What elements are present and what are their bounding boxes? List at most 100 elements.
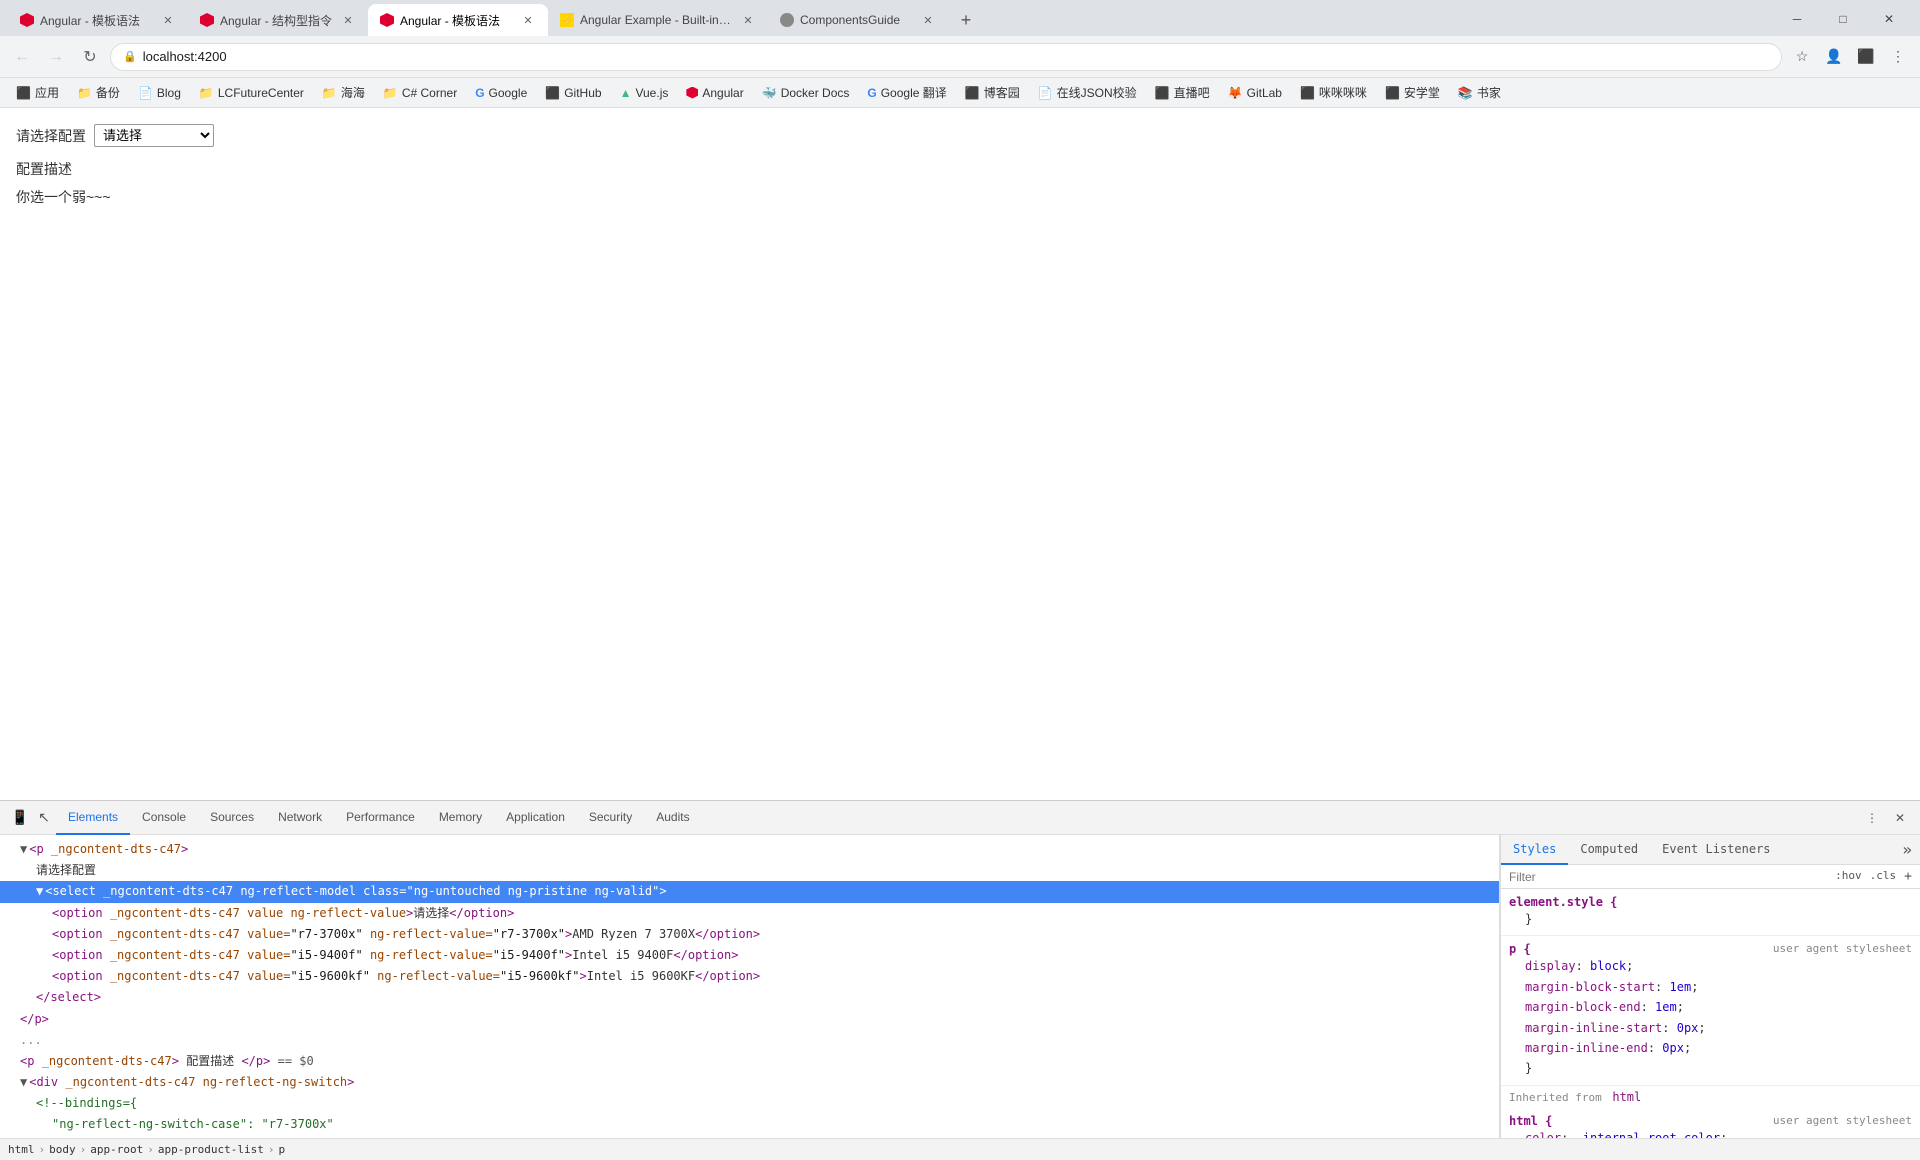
tab-2-title: Angular - 结构型指令 [220, 12, 334, 29]
config-select[interactable]: 请选择 AMD Ryzen 7 3700X Intel i5 9400F Int… [94, 124, 214, 147]
devtools-tab-performance[interactable]: Performance [334, 801, 427, 835]
devtools-tab-audits[interactable]: Audits [644, 801, 701, 835]
bookmark-anxuetang[interactable]: ⬛ 安学堂 [1377, 81, 1448, 104]
element-style-props: } [1509, 909, 1912, 929]
profile-icon[interactable]: 👤 [1820, 43, 1848, 71]
bookmark-bokeyuan[interactable]: ⬛ 博客园 [957, 81, 1028, 104]
devtools-cursor-icon[interactable]: ↖ [32, 806, 56, 830]
elem-option-r7[interactable]: <option _ngcontent-dts-c47 value="r7-370… [0, 924, 1499, 945]
breadcrumb-html[interactable]: html [8, 1143, 35, 1156]
tab-3[interactable]: Angular - 模板语法 ✕ [368, 4, 548, 36]
elem-p-ngcontent[interactable]: ▼<p _ngcontent-dts-c47> [0, 839, 1499, 860]
inherited-element: html [1612, 1090, 1641, 1104]
extensions-icon[interactable]: ⬛ [1852, 43, 1880, 71]
bookmark-lc[interactable]: 📁 LCFutureCenter [191, 83, 312, 103]
devtools-tab-memory[interactable]: Memory [427, 801, 494, 835]
styles-tab-styles[interactable]: Styles [1501, 835, 1568, 865]
bookmark-vuejs-label: Vue.js [635, 86, 668, 100]
elem-dots[interactable]: ... [0, 1030, 1499, 1051]
styles-hov-button[interactable]: :hov [1835, 869, 1862, 884]
devtools-tab-application[interactable]: Application [494, 801, 577, 835]
bookmark-csharp[interactable]: 📁 C# Corner [375, 83, 465, 103]
tab-1-close[interactable]: ✕ [160, 12, 176, 28]
styles-filter-icons: :hov .cls + [1835, 869, 1912, 884]
styles-tab-computed[interactable]: Computed [1568, 835, 1650, 865]
elem-text-selectlabel[interactable]: 请选择配置 [0, 860, 1499, 881]
element-style-label: element.style { [1509, 895, 1617, 909]
bookmark-apps[interactable]: ⬛ 应用 [8, 81, 67, 104]
styles-filter-input[interactable] [1509, 870, 1831, 884]
elem-option-placeholder[interactable]: <option _ngcontent-dts-c47 value ng-refl… [0, 903, 1499, 924]
config-msg: 你选一个弱~~~ [16, 187, 1904, 207]
devtools-close-icon[interactable]: ✕ [1888, 806, 1912, 830]
elem-select[interactable]: ▼<select _ngcontent-dts-c47 ng-reflect-m… [0, 881, 1499, 902]
styles-add-button[interactable]: + [1904, 869, 1912, 884]
devtools-tab-network[interactable]: Network [266, 801, 334, 835]
menu-icon[interactable]: ⋮ [1884, 43, 1912, 71]
elem-comment-bindings1[interactable]: <!--bindings={ [0, 1093, 1499, 1114]
bookmark-github[interactable]: ⬛ GitHub [537, 83, 609, 103]
devtools-tab-security[interactable]: Security [577, 801, 644, 835]
p-selector: p { [1509, 942, 1531, 956]
devtools-device-icon[interactable]: 📱 [8, 806, 32, 830]
maximize-button[interactable]: □ [1820, 4, 1866, 34]
forward-button[interactable]: → [42, 43, 70, 71]
tab-2[interactable]: Angular - 结构型指令 ✕ [188, 4, 368, 36]
bookmark-haihai[interactable]: 📁 海海 [314, 81, 373, 104]
bookmark-gitlab[interactable]: 🦊 GitLab [1220, 83, 1290, 103]
breadcrumb-body[interactable]: body [49, 1143, 76, 1156]
elem-option-i5-9400f[interactable]: <option _ngcontent-dts-c47 value="i5-940… [0, 945, 1499, 966]
docker-icon: 🐳 [762, 86, 777, 100]
new-tab-button[interactable]: + [952, 6, 980, 34]
styles-more-icon[interactable]: » [1894, 840, 1920, 859]
styles-cls-button[interactable]: .cls [1870, 869, 1897, 884]
devtools-tab-console[interactable]: Console [130, 801, 198, 835]
bookmark-ppwwww[interactable]: ⬛ 咪咪咪咪 [1292, 81, 1375, 104]
elem-div-switch[interactable]: ▼<div _ngcontent-dts-c47 ng-reflect-ng-s… [0, 1072, 1499, 1093]
collapse-triangle-select[interactable]: ▼ [36, 884, 43, 898]
bookmark-gtranslate[interactable]: G Google 翻译 [859, 81, 954, 104]
tab-2-close[interactable]: ✕ [340, 12, 356, 28]
breadcrumb-sep-3: › [147, 1143, 154, 1156]
elem-p-close[interactable]: </p> [0, 1009, 1499, 1030]
bookmark-json[interactable]: 📄 在线JSON校验 [1030, 81, 1145, 104]
bookmark-backup[interactable]: 📁 备份 [69, 81, 128, 104]
elem-option-i5-9600kf[interactable]: <option _ngcontent-dts-c47 value="i5-960… [0, 966, 1499, 987]
bookmark-blog[interactable]: 📄 Blog [130, 83, 189, 103]
bookmark-ebook[interactable]: 📚 书家 [1450, 81, 1509, 104]
breadcrumb-app-root[interactable]: app-root [90, 1143, 143, 1156]
elements-panel[interactable]: ▼<p _ngcontent-dts-c47> 请选择配置 ▼<select _… [0, 835, 1500, 1138]
collapse-triangle[interactable]: ▼ [20, 842, 27, 856]
content-area: 请选择配置 请选择 AMD Ryzen 7 3700X Intel i5 940… [0, 108, 1920, 1160]
tab-5[interactable]: ComponentsGuide ✕ [768, 4, 948, 36]
styles-tab-eventlisteners[interactable]: Event Listeners [1650, 835, 1782, 865]
tab-1[interactable]: Angular - 模板语法 ✕ [8, 4, 188, 36]
bookmark-docker[interactable]: 🐳 Docker Docs [754, 83, 858, 103]
collapse-div-triangle[interactable]: ▼ [20, 1075, 27, 1089]
elem-p-configdesc[interactable]: <p _ngcontent-dts-c47> 配置描述 </p> == $0 [0, 1051, 1499, 1072]
bookmark-angular[interactable]: Angular [678, 83, 751, 103]
tab-5-close[interactable]: ✕ [920, 12, 936, 28]
devtools-tab-sources[interactable]: Sources [198, 801, 266, 835]
devtools-more-icon[interactable]: ⋮ [1860, 806, 1884, 830]
bookmark-vuejs[interactable]: ▲ Vue.js [612, 83, 677, 103]
elem-comment-binding-r7[interactable]: "ng-reflect-ng-switch-case": "r7-3700x" [0, 1114, 1499, 1135]
elem-select-close[interactable]: </select> [0, 987, 1499, 1008]
p-prop-margin-block-start: margin-block-start: 1em; [1509, 977, 1912, 997]
google-icon: G [475, 86, 484, 100]
github-icon: ⬛ [545, 86, 560, 100]
url-bar[interactable]: 🔒 localhost:4200 [110, 43, 1782, 71]
tab-4-close[interactable]: ✕ [740, 12, 756, 28]
close-button[interactable]: ✕ [1866, 4, 1912, 34]
reload-button[interactable]: ↻ [76, 43, 104, 71]
tab-3-close[interactable]: ✕ [520, 12, 536, 28]
bookmark-google[interactable]: G Google [467, 83, 535, 103]
breadcrumb-app-product-list[interactable]: app-product-list [158, 1143, 264, 1156]
tab-4[interactable]: ⚡ Angular Example - Built-in Di... ✕ [548, 4, 768, 36]
bookmark-star-icon[interactable]: ☆ [1788, 43, 1816, 71]
back-button[interactable]: ← [8, 43, 36, 71]
bookmark-zhibo8[interactable]: ⬛ 直播吧 [1147, 81, 1218, 104]
minimize-button[interactable]: ─ [1774, 4, 1820, 34]
devtools-tab-elements[interactable]: Elements [56, 801, 130, 835]
breadcrumb-p[interactable]: p [278, 1143, 285, 1156]
